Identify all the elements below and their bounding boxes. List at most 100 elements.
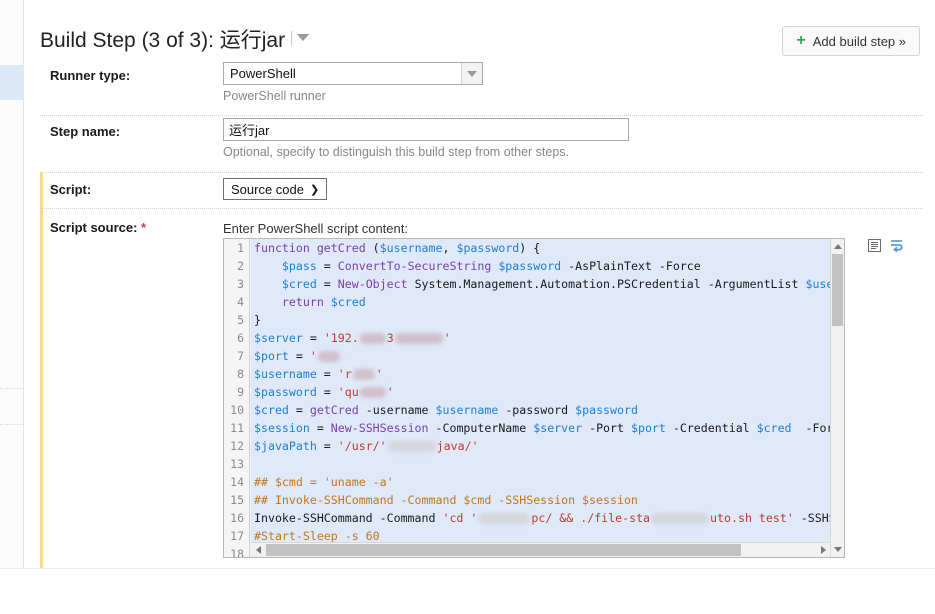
left-sidebar-rail bbox=[0, 0, 24, 568]
redacted-text bbox=[360, 333, 386, 344]
editor-line-number: 5 bbox=[224, 311, 249, 329]
editor-code-line: return $cred bbox=[251, 293, 830, 311]
editor-line-number: 4 bbox=[224, 293, 249, 311]
code-token: ) { bbox=[519, 241, 540, 255]
script-select[interactable]: Source code ❯ bbox=[223, 178, 327, 200]
code-token: New-SSHSession bbox=[331, 421, 429, 435]
triangle-up-icon[interactable] bbox=[831, 239, 844, 254]
code-token: = bbox=[317, 259, 338, 273]
code-token: = bbox=[317, 385, 338, 399]
script-code-editor[interactable]: 123456789101112131415161718 function get… bbox=[223, 238, 845, 558]
code-token: 'cd ' bbox=[442, 511, 477, 525]
code-token: Invoke-SSHCommand -Command bbox=[254, 511, 442, 525]
required-asterisk: * bbox=[141, 220, 146, 235]
add-build-step-button[interactable]: + Add build step » bbox=[782, 26, 920, 56]
redacted-text bbox=[388, 441, 436, 452]
redacted-text bbox=[360, 387, 386, 398]
code-token: 3 bbox=[387, 331, 394, 345]
script-row: Script: Source code ❯ bbox=[24, 172, 935, 208]
editor-code-line: ## Invoke-SSHCommand -Command $cmd -SSHS… bbox=[251, 491, 830, 509]
code-token: $session bbox=[254, 421, 310, 435]
code-token: getCred bbox=[310, 403, 359, 417]
editor-line-number: 16 bbox=[224, 509, 249, 527]
editor-code-line: } bbox=[251, 311, 830, 329]
editor-code-line: ## $cmd = 'uname -a' bbox=[251, 473, 830, 491]
code-token: $cred bbox=[282, 277, 317, 291]
runner-type-value: PowerShell bbox=[224, 66, 296, 81]
editor-code-line: $password = 'qu' bbox=[251, 383, 830, 401]
editor-line-number: 7 bbox=[224, 347, 249, 365]
vertical-scroll-thumb[interactable] bbox=[832, 254, 843, 326]
add-build-step-label: Add build step » bbox=[813, 34, 906, 49]
chevron-down-icon[interactable] bbox=[461, 63, 482, 84]
triangle-right-icon[interactable] bbox=[816, 543, 830, 557]
code-token: = bbox=[317, 439, 338, 453]
editor-code-line bbox=[251, 455, 830, 473]
code-token: -SSHSe bbox=[794, 511, 830, 525]
editor-line-number: 18 bbox=[224, 545, 249, 558]
plus-icon: + bbox=[796, 33, 805, 49]
code-token: ## $cmd = 'uname -a' bbox=[254, 475, 394, 489]
editor-line-number: 8 bbox=[224, 365, 249, 383]
code-token bbox=[254, 259, 282, 273]
editor-line-number: 15 bbox=[224, 491, 249, 509]
code-token: $userna bbox=[805, 277, 830, 291]
code-token: $port bbox=[631, 421, 666, 435]
step-name-input[interactable] bbox=[223, 118, 629, 141]
triangle-down-icon[interactable] bbox=[831, 542, 844, 557]
code-token bbox=[310, 241, 317, 255]
code-token: $cred bbox=[331, 295, 366, 309]
sidebar-active-indicator[interactable] bbox=[0, 65, 24, 100]
code-token: function bbox=[254, 241, 310, 255]
editor-code-area[interactable]: function getCred ($username, $password) … bbox=[251, 239, 830, 557]
code-token: ( bbox=[366, 241, 380, 255]
code-token: $cred bbox=[254, 403, 289, 417]
script-label: Script: bbox=[50, 182, 91, 197]
code-token: ConvertTo-SecureString bbox=[338, 259, 492, 273]
build-step-form-page: Build Step (3 of 3): 运行jar + Add build s… bbox=[24, 0, 935, 568]
script-source-label-text: Script source: bbox=[50, 220, 137, 235]
code-token bbox=[254, 277, 282, 291]
code-token: getCred bbox=[317, 241, 366, 255]
editor-code-line: $javaPath = '/usr/'java/' bbox=[251, 437, 830, 455]
redacted-text bbox=[353, 369, 375, 380]
triangle-left-icon[interactable] bbox=[251, 543, 265, 557]
vertical-scroll-track[interactable] bbox=[831, 254, 844, 542]
soft-wrap-icon[interactable] bbox=[889, 238, 904, 253]
chevron-down-icon: ❯ bbox=[310, 183, 319, 196]
section-divider bbox=[40, 208, 923, 209]
code-token: java/' bbox=[437, 439, 479, 453]
document-lines-icon[interactable] bbox=[867, 238, 882, 253]
editor-code-line: $username = 'r' bbox=[251, 365, 830, 383]
code-token: $password bbox=[456, 241, 519, 255]
page-title: Build Step (3 of 3): 运行jar bbox=[40, 24, 285, 54]
redacted-text bbox=[318, 351, 340, 362]
editor-vertical-scrollbar[interactable] bbox=[830, 239, 844, 557]
editor-line-number: 10 bbox=[224, 401, 249, 419]
editor-tools bbox=[867, 238, 904, 253]
code-token: -AsPlainText -Force bbox=[561, 259, 701, 273]
code-token: ' bbox=[444, 331, 451, 345]
chevron-down-icon[interactable] bbox=[298, 35, 308, 41]
code-token: return bbox=[282, 295, 324, 309]
editor-code-line: $server = '192.3' bbox=[251, 329, 830, 347]
code-token: $password bbox=[254, 385, 317, 399]
script-value: Source code bbox=[231, 182, 304, 197]
code-token: '192. bbox=[324, 331, 359, 345]
code-token: System.Management.Automation.PSCredentia… bbox=[408, 277, 806, 291]
script-group-marker bbox=[40, 172, 43, 568]
code-token: uto.sh test' bbox=[710, 511, 794, 525]
code-token: ## Invoke-SSHCommand -Command $cmd -SSHS… bbox=[254, 493, 638, 507]
editor-line-number: 12 bbox=[224, 437, 249, 455]
editor-horizontal-scrollbar[interactable] bbox=[251, 542, 830, 557]
code-token: $cred bbox=[757, 421, 792, 435]
editor-line-number: 1 bbox=[224, 239, 249, 257]
horizontal-scroll-thumb[interactable] bbox=[266, 544, 741, 556]
runner-type-select[interactable]: PowerShell bbox=[223, 62, 483, 85]
sidebar-divider bbox=[0, 424, 24, 425]
code-token: -Credential bbox=[666, 421, 757, 435]
editor-code-line: $port = ' bbox=[251, 347, 830, 365]
code-token: #Start-Sleep -s 60 bbox=[254, 529, 380, 543]
code-token: $server bbox=[533, 421, 582, 435]
section-divider bbox=[40, 115, 923, 116]
